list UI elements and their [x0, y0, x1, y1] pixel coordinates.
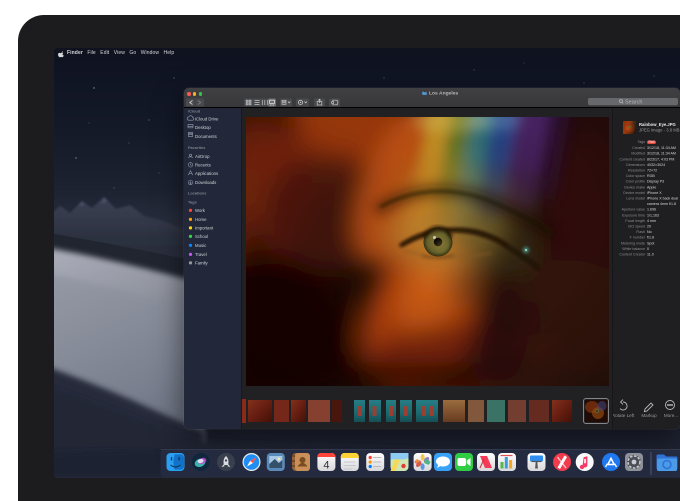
- svg-text:Work: Work: [195, 208, 206, 213]
- svg-text:Search: Search: [625, 100, 642, 106]
- svg-text:Home: Home: [195, 217, 207, 222]
- svg-text:Documents: Documents: [195, 134, 217, 139]
- svg-text:More...: More...: [664, 413, 678, 418]
- svg-text:iCloud: iCloud: [188, 109, 201, 114]
- svg-text:Recents: Recents: [195, 162, 211, 167]
- svg-text:Family: Family: [195, 260, 209, 265]
- svg-text:iCloud Drive: iCloud Drive: [195, 116, 219, 121]
- svg-text:Downloads: Downloads: [195, 180, 216, 185]
- svg-text:Music: Music: [195, 243, 207, 248]
- svg-text:School: School: [195, 234, 208, 239]
- svg-text:Desktop: Desktop: [195, 125, 211, 130]
- svg-text:Rotate Left: Rotate Left: [613, 413, 635, 418]
- svg-text:AirDrop: AirDrop: [195, 154, 210, 159]
- svg-text:Locations: Locations: [188, 190, 206, 195]
- svg-text:Tags: Tags: [188, 199, 197, 204]
- svg-text:Markup: Markup: [641, 413, 657, 418]
- svg-text:4: 4: [323, 460, 329, 472]
- svg-text:Favorites: Favorites: [188, 145, 205, 150]
- svg-text:Applications: Applications: [195, 171, 218, 176]
- svg-text:Important: Important: [195, 225, 214, 230]
- svg-text:Travel: Travel: [195, 252, 207, 257]
